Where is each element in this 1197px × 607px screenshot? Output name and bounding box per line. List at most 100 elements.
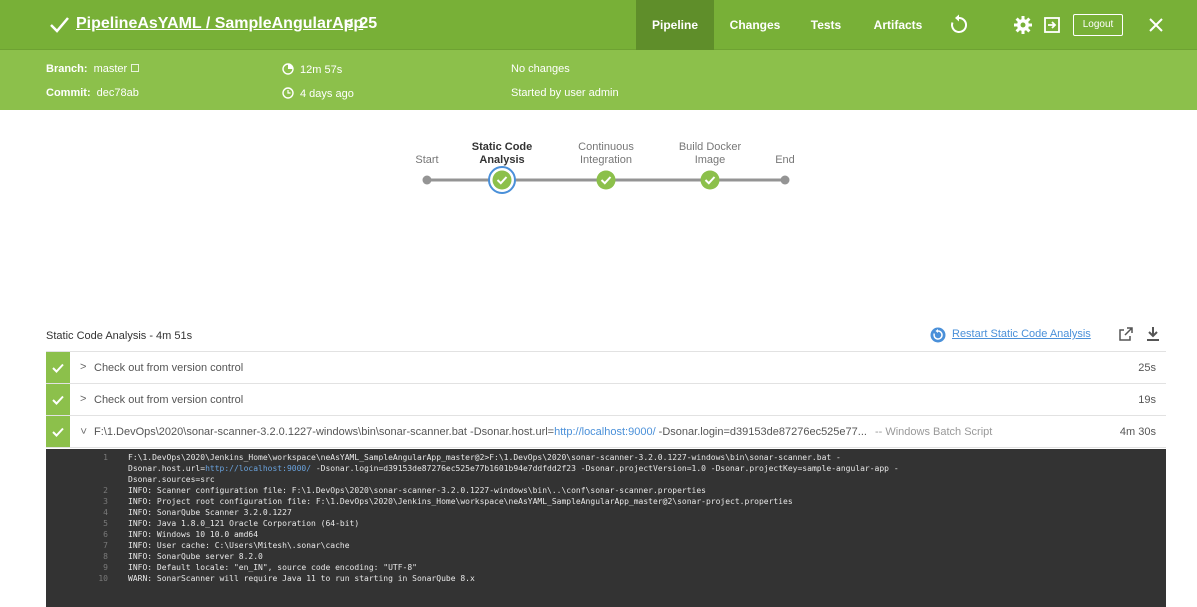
success-check-icon	[50, 17, 69, 33]
run-info-bar: Branch: master Commit: dec78ab 12m 57s 4 d…	[0, 50, 1197, 110]
line-number[interactable]: 4	[86, 507, 108, 518]
log-line: 7 INFO: User cache: C:\Users\Mitesh\.sona…	[46, 540, 1166, 551]
stage-detail-title: Static Code Analysis - 4m 51s	[46, 330, 193, 342]
log-text: WARN: SonarScanner will require Java 11 …	[128, 574, 475, 583]
line-number[interactable]: 9	[86, 562, 108, 573]
log-text: INFO: User cache: C:\Users\Mitesh\.sonar…	[128, 541, 350, 550]
time-ago-value: 4 days ago	[300, 88, 354, 100]
check-icon	[52, 427, 64, 437]
tab-pipeline[interactable]: Pipeline	[636, 0, 714, 50]
log-text: INFO: Windows 10 10.0 amd64	[128, 530, 259, 539]
log-line: 2 INFO: Scanner configuration file: F:\1.…	[46, 485, 1166, 496]
run-number: <25	[344, 15, 377, 33]
pipeline-title-link[interactable]: PipelineAsYAML / SampleAngularApp	[76, 15, 363, 33]
clock-icon	[282, 87, 294, 99]
tab-tests[interactable]: Tests	[800, 0, 852, 50]
log-line: 1 F:\1.DevOps\2020\Jenkins_Home\workspace…	[46, 452, 1166, 463]
chevron-down-icon[interactable]: >	[77, 428, 89, 434]
commit-label: Commit:	[46, 87, 91, 99]
check-icon	[52, 363, 64, 373]
stage-node-build-docker-image[interactable]	[700, 170, 720, 190]
branch-label: Branch:	[46, 63, 88, 75]
log-line: Dsonar.sources=src	[46, 474, 1166, 485]
line-number[interactable]: 1	[86, 452, 108, 463]
commit-value[interactable]: dec78ab	[97, 87, 139, 99]
log-line: 8 INFO: SonarQube server 8.2.0	[46, 551, 1166, 562]
log-text: Dsonar.host.url=	[128, 464, 206, 473]
log-line: 10 WARN: SonarScanner will require Java 1…	[46, 573, 1166, 584]
log-text: INFO: SonarQube Scanner 3.2.0.1227	[128, 508, 292, 517]
stage-label-continuous-integration[interactable]: Continuous Integration	[566, 141, 646, 167]
restart-icon[interactable]	[930, 327, 946, 343]
line-number[interactable]: 7	[86, 540, 108, 551]
line-number[interactable]: 8	[86, 551, 108, 562]
changes-info: No changes	[511, 63, 570, 75]
tab-changes[interactable]: Changes	[724, 0, 786, 50]
step-duration: 4m 30s	[1119, 426, 1156, 438]
step-row[interactable]: > Check out from version control 19s	[46, 384, 1166, 416]
step-status	[46, 416, 70, 447]
open-external-icon[interactable]	[1118, 326, 1134, 342]
log-text: INFO: Java 1.8.0_121 Oracle Corporation …	[128, 519, 360, 528]
branch-info: Branch: master	[46, 63, 140, 75]
log-text: INFO: Scanner configuration file: F:\1.D…	[128, 486, 706, 495]
step-command-prefix: F:\1.DevOps\2020\sonar-scanner-3.2.0.122…	[94, 426, 555, 438]
gear-icon[interactable]	[1011, 13, 1035, 37]
log-text: F:\1.DevOps\2020\Jenkins_Home\workspace\…	[128, 453, 841, 462]
step-status	[46, 352, 70, 383]
log-text-suffix: -Dsonar.login=d39153de87276ec525e77b1601…	[311, 464, 899, 473]
replay-icon[interactable]	[947, 13, 971, 37]
line-number[interactable]: 6	[86, 529, 108, 540]
step-row[interactable]: > Check out from version control 25s	[46, 352, 1166, 384]
log-line: Dsonar.host.url=http://localhost:9000/ -…	[46, 463, 1166, 474]
step-command-url[interactable]: http://localhost:9000/	[554, 426, 656, 438]
stage-node-continuous-integration[interactable]	[596, 170, 616, 190]
branch-value[interactable]: master	[94, 63, 128, 75]
started-by-info: Started by user admin	[511, 87, 619, 99]
duration-info: 12m 57s	[282, 63, 342, 76]
log-text: INFO: SonarQube server 8.2.0	[128, 552, 263, 561]
log-line: 5 INFO: Java 1.8.0_121 Oracle Corporation…	[46, 518, 1166, 529]
step-label: Check out from version control	[94, 394, 244, 406]
end-node	[780, 175, 790, 185]
external-link-icon[interactable]	[131, 64, 140, 72]
top-bar: PipelineAsYAML / SampleAngularApp <25 Pi…	[0, 0, 1197, 50]
time-info: 4 days ago	[282, 87, 354, 100]
line-number[interactable]: 5	[86, 518, 108, 529]
commit-info: Commit: dec78ab	[46, 87, 139, 99]
line-number[interactable]: 3	[86, 496, 108, 507]
chevron-right-icon[interactable]: >	[80, 361, 86, 373]
log-line: 4 INFO: SonarQube Scanner 3.2.0.1227	[46, 507, 1166, 518]
chevron-right-icon[interactable]: >	[80, 393, 86, 405]
download-icon[interactable]	[1145, 326, 1161, 342]
stage-label-build-docker-image[interactable]: Build Docker Image	[675, 141, 745, 167]
run-number-value: 25	[359, 15, 378, 32]
step-duration: 25s	[1138, 362, 1156, 374]
log-text: Dsonar.sources=src	[128, 475, 215, 484]
log-link[interactable]: http://localhost:9000/	[205, 464, 311, 473]
close-icon[interactable]	[1144, 13, 1168, 37]
step-kind: -- Windows Batch Script	[874, 426, 993, 438]
exit-icon[interactable]	[1040, 13, 1064, 37]
step-duration: 19s	[1138, 394, 1156, 406]
back-arrow-icon[interactable]: <	[344, 15, 353, 32]
stage-label-static-code-analysis[interactable]: Static Code Analysis	[467, 141, 537, 167]
log-line: 3 INFO: Project root configuration file: …	[46, 496, 1166, 507]
start-node	[422, 175, 432, 185]
log-line: 6 INFO: Windows 10 10.0 amd64	[46, 529, 1166, 540]
step-list: > Check out from version control 25s > C…	[46, 351, 1166, 448]
step-status	[46, 384, 70, 415]
line-number[interactable]: 10	[86, 573, 108, 584]
logout-button[interactable]: Logout	[1073, 14, 1123, 36]
step-row-expanded[interactable]: > F:\1.DevOps\2020\sonar-scanner-3.2.0.1…	[46, 416, 1166, 448]
stage-node-static-code-analysis[interactable]	[488, 166, 516, 194]
tab-artifacts[interactable]: Artifacts	[866, 0, 930, 50]
restart-stage-link[interactable]: Restart Static Code Analysis	[952, 328, 1091, 340]
pipeline-graph: Start Static Code Analysis Continuous In…	[380, 132, 820, 212]
check-icon	[52, 395, 64, 405]
log-line: 9 INFO: Default locale: "en_IN", source c…	[46, 562, 1166, 573]
pipeline-track	[422, 166, 790, 194]
line-number[interactable]: 2	[86, 485, 108, 496]
duration-value: 12m 57s	[300, 64, 343, 76]
step-label: Check out from version control	[94, 362, 244, 374]
